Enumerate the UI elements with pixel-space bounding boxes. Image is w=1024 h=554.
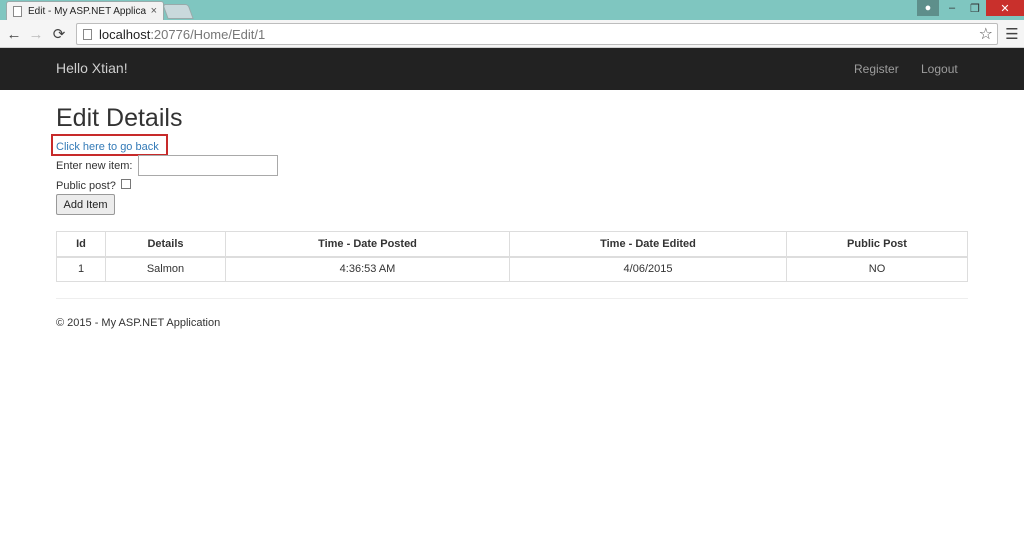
cell-date-edited: 4/06/2015 <box>509 256 787 282</box>
reload-icon[interactable]: ⟳ <box>50 24 68 44</box>
close-window-button[interactable]: ✕ <box>986 0 1024 16</box>
navbar-brand[interactable]: Hello Xtian! <box>56 60 128 76</box>
register-link[interactable]: Register <box>854 62 899 76</box>
table-header-row: Id Details Time - Date Posted Time - Dat… <box>56 231 968 258</box>
page-icon <box>83 28 92 40</box>
tab-title: Edit - My ASP.NET Applica <box>28 5 147 17</box>
page-title: Edit Details <box>56 104 183 132</box>
back-arrow-icon[interactable]: ← <box>5 24 23 44</box>
header-details: Details <box>105 231 226 258</box>
user-profile-icon[interactable]: ● <box>917 0 939 16</box>
cell-date-posted: 4:36:53 AM <box>225 256 510 282</box>
header-id: Id <box>56 231 106 258</box>
header-public-post: Public Post <box>786 231 968 258</box>
address-bar[interactable]: localhost:20776/Home/Edit/1 ☆ <box>76 23 998 45</box>
cell-details: Salmon <box>105 256 226 282</box>
close-tab-icon[interactable]: × <box>151 5 157 17</box>
add-item-button[interactable]: Add Item <box>56 194 115 215</box>
bookmark-star-icon[interactable]: ☆ <box>979 24 993 44</box>
window-titlebar: Edit - My ASP.NET Applica × ● ‒ ❐ ✕ <box>0 0 1024 20</box>
maximize-button[interactable]: ❐ <box>964 0 986 16</box>
cell-id: 1 <box>56 256 106 282</box>
logout-link[interactable]: Logout <box>921 62 958 76</box>
document-icon <box>13 5 22 17</box>
new-tab-button[interactable] <box>162 4 194 19</box>
items-table: Id Details Time - Date Posted Time - Dat… <box>56 231 968 282</box>
new-item-input[interactable] <box>138 155 278 176</box>
url-host: localhost <box>99 26 151 42</box>
footer-copyright: © 2015 - My ASP.NET Application <box>56 317 221 329</box>
browser-toolbar: ← → ⟳ localhost:20776/Home/Edit/1 ☆ ☰ <box>0 20 1024 48</box>
table-row: 1 Salmon 4:36:53 AM 4/06/2015 NO <box>56 256 968 282</box>
public-post-checkbox[interactable] <box>121 179 131 189</box>
header-date-edited: Time - Date Edited <box>509 231 787 258</box>
new-item-label: Enter new item: <box>56 160 133 172</box>
cell-public-post: NO <box>786 256 968 282</box>
site-navbar: Hello Xtian! Register Logout <box>0 48 1024 90</box>
browser-tab[interactable]: Edit - My ASP.NET Applica × <box>6 1 164 20</box>
go-back-link[interactable]: Click here to go back <box>56 141 159 153</box>
header-date-posted: Time - Date Posted <box>225 231 510 258</box>
public-post-label: Public post? <box>56 180 116 192</box>
forward-arrow-icon[interactable]: → <box>27 24 45 44</box>
url-path: :20776/Home/Edit/1 <box>150 26 266 42</box>
minimize-button[interactable]: ‒ <box>940 0 964 16</box>
footer-divider <box>56 298 968 299</box>
menu-hamburger-icon[interactable]: ☰ <box>1004 24 1020 44</box>
